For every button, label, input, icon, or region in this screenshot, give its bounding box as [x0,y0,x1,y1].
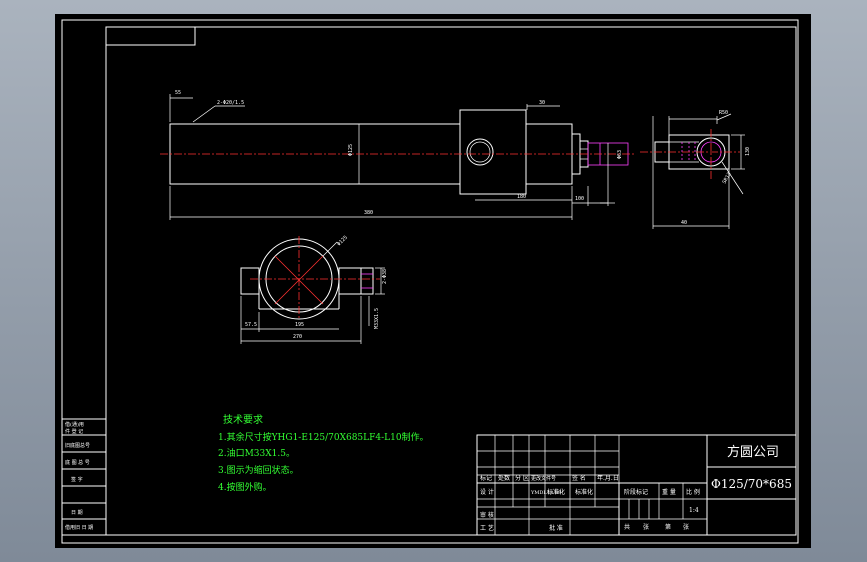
dim-label: 40 [681,220,687,226]
tb-label: 处数 [498,474,510,482]
dim-label: 270 [293,334,302,340]
tech-requirements-title: 技术要求 [223,413,263,426]
dim-label: 55 [175,90,181,96]
tb-label: 张 [643,523,649,531]
dim-label: 2-Φ20/1.5 [217,100,244,106]
tb-label: 第 [665,523,671,531]
tb-label: 年.月.日 [597,474,619,482]
tech-requirement-item: 2.油口M33X1.5。 [218,447,295,459]
dim-label: 100 [575,196,584,202]
left-lug [240,267,260,295]
tb-label: 重 量 [662,488,676,496]
tb-label: 审 核 [480,511,494,519]
strip-label: 借用旧 日 期 [65,524,93,531]
drawing-sheet: 55 2-Φ20/1.5 30 Φ125 380 180 100 Φ63 40 … [55,14,811,548]
tech-requirements: 技术要求 1.其余尺寸按YHG1-E125/70X685LF4-L10制作。 2… [218,413,429,493]
dim-label: 380 [364,210,373,216]
cylinder-end-view: Φ125 57.5 195 270 2-Φ38 M33X1.5 [240,235,388,344]
tb-value: 标准化 [575,488,593,496]
dim-label: 180 [517,194,526,200]
dim-label: 30 [539,100,545,106]
tb-label: 更改文件号 [531,475,556,482]
strip-label: 底 图 总 号 [65,459,90,466]
rod-end-view: 40 R50 130 SR13 [640,110,751,229]
left-strip-table: 借(通)用 件 登 记 旧底图总号 底 图 总 号 签 字 日 期 借用旧 日 … [61,418,107,536]
tb-label: 设 计 [480,488,494,496]
dim-label: Φ125 [336,235,349,248]
tb-label: 签 名 [572,474,586,482]
strip-label: 日 期 [71,510,83,516]
scale-value: 1:4 [689,507,699,514]
dim-label: SR13 [722,172,733,185]
tb-label: 工 艺 [480,524,494,532]
tech-requirement-item: 3.图示为缩回状态。 [218,464,299,476]
tb-label: 标记 [480,474,492,482]
port-hole [466,138,494,166]
right-port-boss [338,267,362,295]
tb-label: 阶段标记 [624,488,648,496]
dim-label: 195 [295,322,304,328]
company-name: 方圆公司 [727,444,779,460]
cylinder-side-view: 55 2-Φ20/1.5 30 Φ125 380 180 100 Φ63 [160,90,635,220]
tb-label: 标准化 [547,488,565,496]
tech-requirement-item: 4.按图外购。 [218,481,272,493]
tb-label: 批 准 [549,524,563,532]
dim-label: 57.5 [245,322,257,328]
drawing-name: Φ125/70*685 [711,477,792,491]
tb-label: 分 区 [515,474,529,482]
dim-label: R50 [719,110,728,116]
tb-label: 比 例 [686,488,700,496]
dim-label: M33X1.5 [374,308,380,329]
outer-frame [61,19,799,544]
strip-label: 借(通)用 [65,421,84,428]
tb-label: 共 [624,523,630,531]
cad-viewport[interactable]: 55 2-Φ20/1.5 30 Φ125 380 180 100 Φ63 40 … [0,0,867,562]
strip-label: 件 登 记 [65,428,83,435]
tb-label: 张 [683,523,689,531]
dim-label: 130 [745,147,751,156]
strip-label: 签 字 [71,476,83,483]
cad-drawing: 55 2-Φ20/1.5 30 Φ125 380 180 100 Φ63 40 … [61,19,799,544]
dim-label: Φ63 [617,150,623,159]
inner-frame [105,26,797,536]
strip-label: 旧底图总号 [65,442,90,449]
tech-requirement-item: 1.其余尺寸按YHG1-E125/70X685LF4-L10制作。 [218,431,429,443]
corner-box [105,26,196,46]
title-block: 标记 处数 分 区 更改文件号 签 名 年.月.日 设 计 YMDL13.89 … [476,434,797,536]
dim-label: 2-Φ38 [382,269,388,284]
dim-label: Φ125 [348,144,354,156]
